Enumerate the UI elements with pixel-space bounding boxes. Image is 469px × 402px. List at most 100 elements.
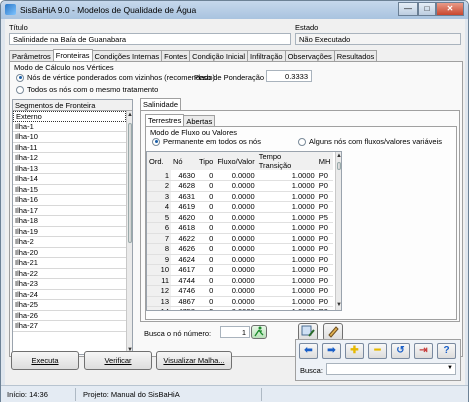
table-cell[interactable]: 1.0000 xyxy=(256,296,317,307)
table-cell[interactable]: 0.0000 xyxy=(215,180,257,192)
list-item[interactable]: Ilha-10 xyxy=(13,132,126,143)
table-cell[interactable]: 4619 xyxy=(171,201,197,213)
executa-button[interactable]: Executa xyxy=(11,351,79,370)
table-cell[interactable]: 1.0000 xyxy=(256,212,317,223)
list-item[interactable]: Ilha-2 xyxy=(13,237,126,248)
table-cell[interactable]: 0 xyxy=(197,233,216,244)
table-cell[interactable]: 5 xyxy=(147,212,171,223)
table-cell[interactable]: 1.0000 xyxy=(256,243,317,255)
run-search-button[interactable] xyxy=(251,325,267,339)
table-cell[interactable]: P0 xyxy=(316,191,333,202)
table-cell[interactable]: P0 xyxy=(316,233,333,244)
table-cell[interactable]: 0.0000 xyxy=(215,254,257,265)
table-cell[interactable]: 0 xyxy=(197,296,216,307)
table-cell[interactable]: 2 xyxy=(147,180,171,192)
table-cell[interactable]: P0 xyxy=(316,201,333,213)
prev-arrow-icon[interactable]: ⬅ xyxy=(299,343,318,359)
tab-infiltracao[interactable]: Infiltração xyxy=(247,50,286,61)
col-fluxo[interactable]: Fluxo/Valor xyxy=(215,152,257,170)
table-cell[interactable]: 4626 xyxy=(171,243,197,255)
table-cell[interactable]: 1.0000 xyxy=(256,233,317,244)
title-bar[interactable]: SisBaHiA 9.0 - Modelos de Qualidade de Á… xyxy=(1,1,468,19)
list-item[interactable]: Ilha-26 xyxy=(13,311,126,321)
tab-parametros[interactable]: Parâmetros xyxy=(9,50,54,61)
table-cell[interactable]: 0.0000 xyxy=(215,264,257,276)
table-cell[interactable]: 1.0000 xyxy=(256,254,317,265)
table-cell[interactable]: 8 xyxy=(147,243,171,255)
table-cell[interactable]: 0.0000 xyxy=(215,201,257,213)
table-cell[interactable]: P0 xyxy=(316,222,333,234)
list-item[interactable]: Ilha-19 xyxy=(13,227,126,237)
table-cell[interactable]: P0 xyxy=(316,170,333,181)
list-item[interactable]: Ilha-13 xyxy=(13,164,126,174)
table-cell[interactable]: 0 xyxy=(197,180,216,192)
tab-fronteiras[interactable]: Fronteiras xyxy=(52,49,93,61)
table-cell[interactable]: 3 xyxy=(147,191,171,202)
table-cell[interactable]: 4628 xyxy=(171,180,197,192)
undo-icon[interactable]: ↺ xyxy=(391,343,410,359)
list-item[interactable]: Ilha-23 xyxy=(13,279,126,290)
table-row[interactable]: 1 4630 0 0.0000 1.0000 P0 xyxy=(147,170,333,181)
table-cell[interactable]: 0.0000 xyxy=(215,222,257,234)
list-item[interactable]: Ilha-27 xyxy=(13,321,126,332)
table-cell[interactable]: 1.0000 xyxy=(256,180,317,192)
table-cell[interactable]: 4 xyxy=(147,201,171,213)
table-cell[interactable]: 0.0000 xyxy=(215,306,257,310)
table-cell[interactable]: P0 xyxy=(316,180,333,192)
verificar-button[interactable]: Verificar xyxy=(84,351,152,370)
table-cell[interactable]: 4622 xyxy=(171,233,197,244)
help-icon[interactable]: ? xyxy=(437,343,456,359)
visualizar-malha-button[interactable]: Visualizar Malha... xyxy=(156,351,232,370)
table-row[interactable]: 14475800.00001.0000P0 xyxy=(147,306,333,310)
table-row[interactable]: 7 4622 0 0.0000 1.0000 P0 xyxy=(147,233,333,244)
table-cell[interactable]: 1.0000 xyxy=(256,264,317,276)
list-item[interactable]: Ilha-11 xyxy=(13,143,126,153)
table-row[interactable]: 12 4746 0 0.0000 1.0000 P0 xyxy=(147,285,333,297)
segmentos-list[interactable]: Segmentos de Fronteira Externo Ilha-1 Ilha… xyxy=(12,99,133,355)
table-cell[interactable]: 9 xyxy=(147,254,171,265)
col-tempo[interactable]: Tempo Transição xyxy=(256,152,317,170)
table-cell[interactable]: 0.0000 xyxy=(215,212,257,223)
table-cell[interactable]: 0 xyxy=(197,201,216,213)
table-cell[interactable]: 0 xyxy=(197,254,216,265)
table-cell[interactable]: 0 xyxy=(197,285,216,297)
exit-door-icon[interactable]: ⇥ xyxy=(414,343,433,359)
tab-abertas[interactable]: Abertas xyxy=(183,115,216,126)
table-cell[interactable]: 0 xyxy=(197,243,216,255)
col-no[interactable]: Nó xyxy=(171,152,197,170)
table-cell[interactable]: 0 xyxy=(197,222,216,234)
table-row[interactable]: 9 4624 0 0.0000 1.0000 P0 xyxy=(147,254,333,265)
table-cell[interactable]: 14 xyxy=(147,306,171,310)
table-cell[interactable]: 0.0000 xyxy=(215,275,257,286)
table-cell[interactable]: 4630 xyxy=(171,170,197,181)
minimize-button[interactable]: — xyxy=(398,2,418,16)
list-item[interactable]: Ilha-24 xyxy=(13,290,126,300)
table-row[interactable]: 8 4626 0 0.0000 1.0000 P0 xyxy=(147,243,333,255)
add-plus-icon[interactable]: ✚ xyxy=(345,343,364,359)
table-cell[interactable]: P0 xyxy=(316,306,333,310)
table-cell[interactable]: 4867 xyxy=(171,296,197,307)
table-cell[interactable]: P0 xyxy=(316,296,333,307)
table-cell[interactable]: P0 xyxy=(316,254,333,265)
list-item[interactable]: Ilha-21 xyxy=(13,258,126,269)
table-cell[interactable]: 1.0000 xyxy=(256,285,317,297)
table-cell[interactable]: 1.0000 xyxy=(256,191,317,202)
table-cell[interactable]: 0.0000 xyxy=(215,296,257,307)
list-item[interactable]: Ilha-16 xyxy=(13,195,126,206)
table-cell[interactable]: 0 xyxy=(197,275,216,286)
scroll-up-icon[interactable]: ▲ xyxy=(127,111,132,120)
table-cell[interactable]: 0.0000 xyxy=(215,233,257,244)
col-mh[interactable]: MH xyxy=(316,152,333,170)
list-item[interactable]: Ilha-18 xyxy=(13,216,126,227)
segmentos-scrollbar[interactable]: ▲ ▼ xyxy=(126,111,132,354)
tab-condicoes-internas[interactable]: Condições Internas xyxy=(91,50,163,61)
table-cell[interactable]: P0 xyxy=(316,275,333,286)
table-cell[interactable]: 7 xyxy=(147,233,171,244)
table-cell[interactable]: 4631 xyxy=(171,191,197,202)
list-item[interactable]: Ilha-12 xyxy=(13,153,126,164)
nodes-grid[interactable]: Ord. Nó Tipo Fluxo/Valor Tempo Transição… xyxy=(146,151,342,311)
busca-no-field[interactable]: 1 xyxy=(220,326,250,338)
titulo-field[interactable]: Salinidade na Baía de Guanabara xyxy=(9,33,291,45)
table-cell[interactable]: 0.0000 xyxy=(215,243,257,255)
tab-resultados[interactable]: Resultados xyxy=(333,50,378,61)
